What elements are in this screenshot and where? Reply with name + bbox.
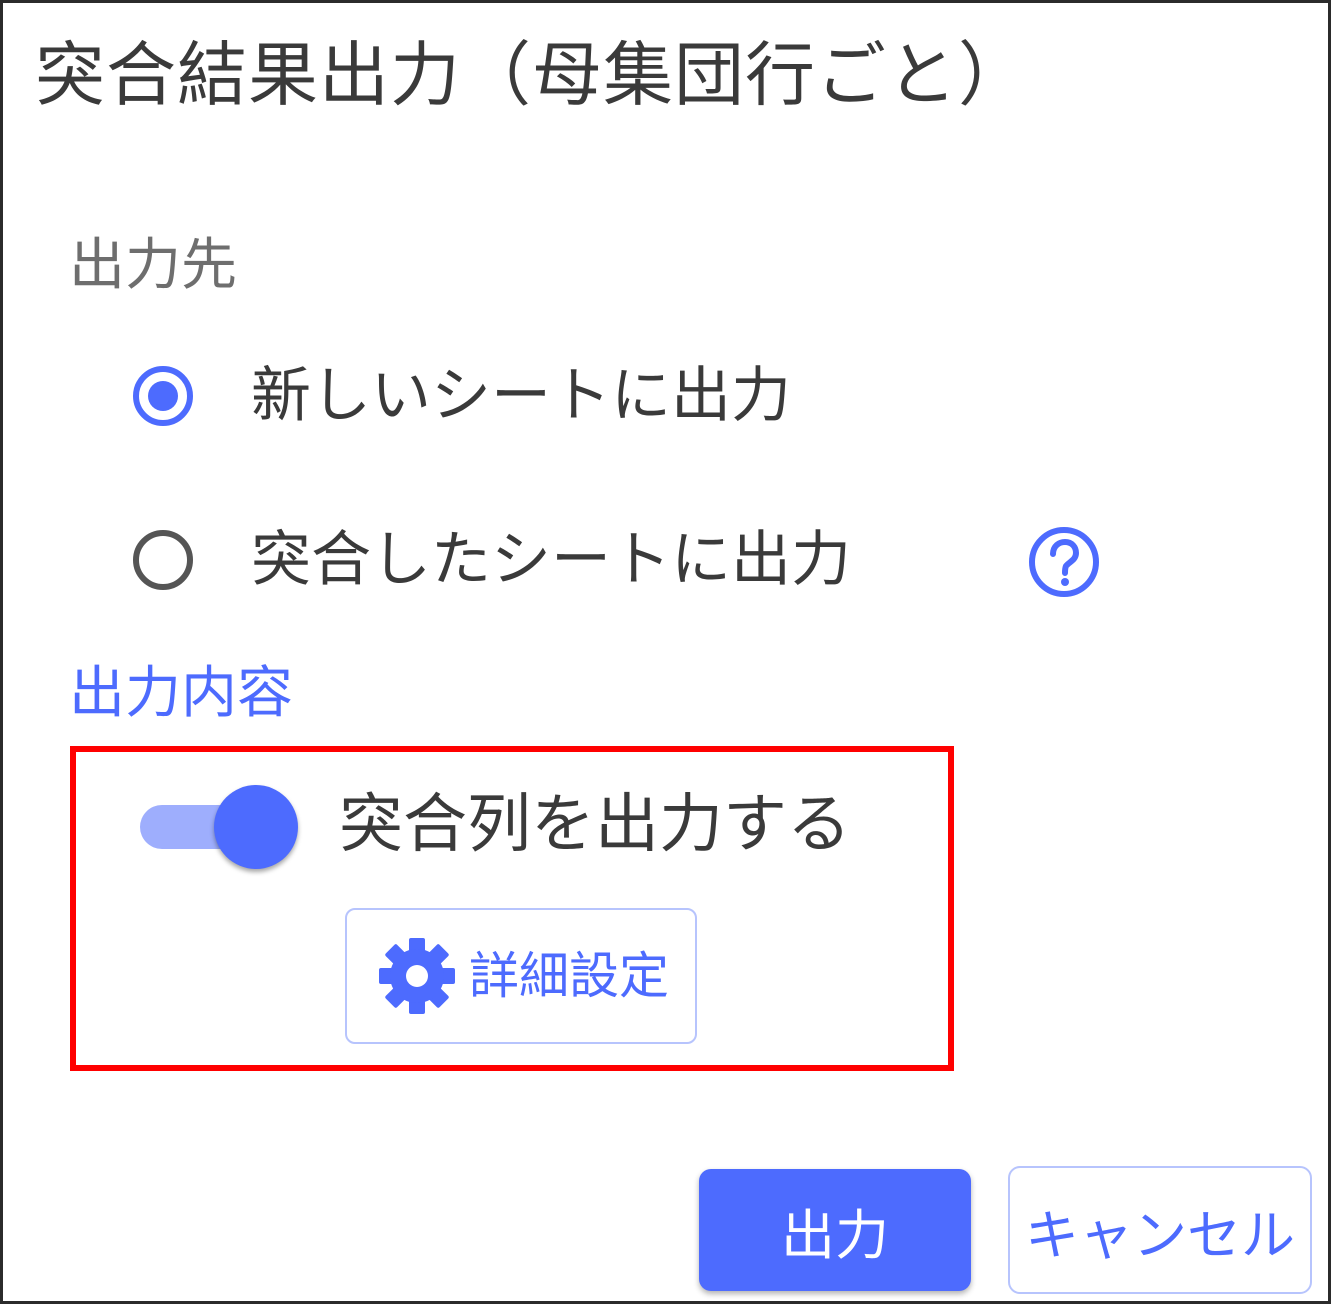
cancel-button[interactable]: キャンセル	[1008, 1166, 1312, 1294]
output-destination-label: 出力先	[69, 233, 237, 298]
gear-icon	[379, 938, 455, 1014]
detail-settings-button[interactable]: 詳細設定	[345, 908, 697, 1044]
radio-new-sheet[interactable]: 新しいシートに出力	[133, 356, 791, 436]
export-button[interactable]: 出力	[699, 1169, 971, 1291]
dialog-title: 突合結果出力（母集団行ごと）	[35, 34, 1029, 116]
toggle-thumb	[214, 785, 298, 869]
output-content-label: 出力内容	[69, 661, 293, 726]
output-columns-toggle-label: 突合列を出力する	[339, 788, 851, 862]
radio-button-checked[interactable]	[133, 366, 193, 426]
radio-new-sheet-label: 新しいシートに出力	[251, 361, 791, 431]
radio-button-unchecked[interactable]	[133, 530, 193, 590]
radio-matched-sheet[interactable]: 突合したシートに出力	[133, 520, 851, 600]
detail-settings-label: 詳細設定	[469, 947, 669, 1005]
output-columns-toggle[interactable]	[140, 785, 300, 869]
radio-matched-sheet-label: 突合したシートに出力	[251, 525, 851, 595]
export-dialog: 突合結果出力（母集団行ごと） 出力先 新しいシートに出力 突合したシートに出力 …	[0, 0, 1331, 1304]
question-circle-icon[interactable]	[1027, 525, 1101, 599]
